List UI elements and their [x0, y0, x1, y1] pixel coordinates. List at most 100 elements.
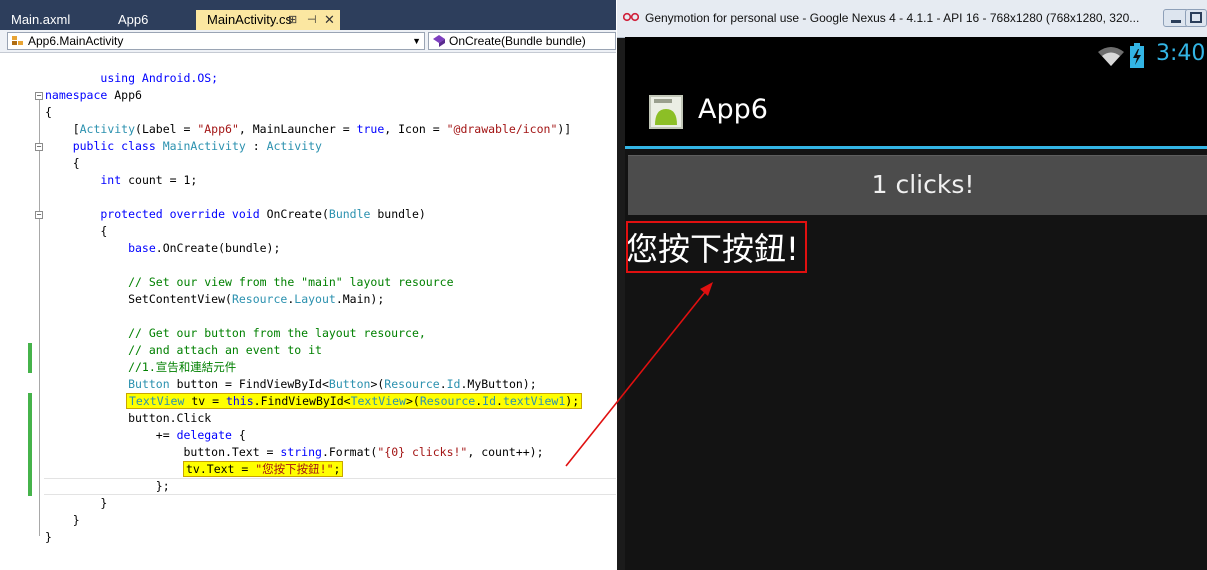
genymotion-window: Genymotion for personal use - Google Nex… [617, 0, 1207, 570]
maximize-icon [1190, 12, 1202, 23]
code-token: >( [405, 394, 420, 408]
string-literal: "App6" [197, 122, 239, 136]
window-title-bar[interactable]: Genymotion for personal use - Google Nex… [617, 0, 1207, 38]
status-bar: 3:40 [625, 37, 1207, 75]
keyword: public class [45, 139, 163, 153]
keyword: protected override void [45, 207, 260, 221]
code-token: . [439, 377, 447, 391]
member-dropdown[interactable]: OnCreate(Bundle bundle) [428, 32, 616, 50]
type-name: Button [128, 377, 170, 391]
code-line: += delegate { [45, 427, 246, 444]
pin-icon[interactable]: ⊞ [288, 10, 297, 30]
window-title: Genymotion for personal use - Google Nex… [645, 11, 1140, 25]
code-token: >( [370, 377, 385, 391]
genymotion-logo-icon [623, 12, 639, 22]
code-token: bundle) [370, 207, 426, 221]
code-token: App6 [107, 88, 142, 102]
collapse-icon[interactable]: − [35, 92, 43, 100]
code-token: button.Text = [45, 445, 281, 459]
code-line: button.Text = string.Format("{0} clicks!… [45, 444, 544, 461]
code-token: .Main); [335, 292, 385, 306]
type-name: TextView [350, 394, 406, 408]
status-clock: 3:40 [1156, 41, 1206, 66]
keyword: string [280, 445, 322, 459]
type-name: textView1 [502, 394, 566, 408]
code-line: { [45, 156, 80, 170]
code-token: += [45, 428, 177, 442]
keyword: base [45, 241, 156, 255]
type-dropdown[interactable]: App6.MainActivity ▼ [7, 32, 425, 50]
code-token: button = FindViewById< [169, 377, 329, 391]
code-token: .FindViewById< [253, 394, 351, 408]
type-name: Id [446, 377, 461, 391]
indicator-margin [0, 53, 28, 570]
change-marker [28, 343, 32, 373]
code-token: count = 1; [121, 173, 198, 187]
tab-label: App6 [118, 12, 149, 27]
code-line-highlighted: tv.Text = "您按下按鈕!"; [183, 461, 344, 478]
type-name: Bundle [328, 207, 371, 221]
code-line: Button button = FindViewById<Button>(Res… [45, 376, 537, 393]
type-name: TextView [129, 394, 185, 408]
string-literal: "@drawable/icon" [446, 122, 558, 136]
code-token: , count++); [467, 445, 544, 459]
keyword: using Android.OS; [100, 71, 219, 85]
tab-label: Main.axml [11, 12, 71, 27]
collapse-icon[interactable]: − [35, 211, 43, 219]
keyword: true [356, 122, 385, 136]
tab-main-axml[interactable]: Main.axml [0, 10, 90, 30]
code-line: } [45, 513, 80, 527]
battery-icon [1130, 43, 1144, 68]
keyword: this [225, 394, 254, 408]
code-comment: // and attach an event to it [45, 343, 322, 357]
class-icon [12, 36, 23, 45]
code-token: ; [333, 462, 341, 476]
keyword: namespace [45, 88, 108, 102]
type-name: Layout [294, 292, 336, 306]
code-text-area[interactable]: − − − using Android.OS; namespace App6 {… [34, 53, 616, 570]
code-comment: // Set our view from the "main" layout r… [45, 275, 454, 289]
method-icon [433, 35, 445, 47]
close-icon[interactable]: ✕ [324, 10, 335, 30]
tab-app6[interactable]: App6 [107, 10, 187, 30]
code-token: )] [557, 122, 572, 136]
visual-studio-editor: Main.axml App6 MainActivity.cs ⊞ ⊣ ✕ App… [0, 0, 616, 570]
android-screen[interactable]: 3:40 App6 1 clicks! 您按下按鈕! [625, 37, 1207, 570]
outline-guide [39, 219, 40, 509]
navigation-bar: App6.MainActivity ▼ OnCreate(Bundle bund… [0, 30, 616, 53]
code-token: . [496, 394, 503, 408]
code-line: base.OnCreate(bundle); [45, 240, 280, 257]
code-line: [Activity(Label = "App6", MainLauncher =… [45, 121, 572, 138]
code-token: , Icon = [384, 122, 447, 136]
annotation-highlight-box [626, 221, 807, 273]
pin-tab-icon[interactable]: ⊣ [307, 10, 317, 30]
code-token: , MainLauncher = [238, 122, 357, 136]
type-name: Id [482, 394, 497, 408]
code-token: { [231, 428, 246, 442]
string-literal: "{0} clicks!" [377, 445, 468, 459]
code-token: .MyButton); [460, 377, 537, 391]
code-token: tv = [184, 394, 226, 408]
type-name: Resource [419, 394, 476, 408]
code-line: { [45, 105, 52, 119]
code-token: : [245, 139, 267, 153]
code-line: { [45, 224, 108, 238]
code-editor[interactable]: − − − using Android.OS; namespace App6 {… [0, 53, 616, 570]
code-line: }; [45, 479, 170, 493]
code-token: ); [565, 394, 580, 408]
collapse-icon[interactable]: − [35, 143, 43, 151]
code-comment: // Get our button from the layout resour… [45, 326, 426, 340]
app-launcher-icon[interactable] [649, 95, 683, 129]
code-line: using Android.OS; [45, 53, 218, 85]
type-name: Resource [231, 292, 288, 306]
maximize-button[interactable] [1185, 9, 1207, 27]
code-line: } [45, 496, 108, 510]
document-tab-bar: Main.axml App6 MainActivity.cs ⊞ ⊣ ✕ [0, 0, 616, 30]
tab-main-activity-cs[interactable]: MainActivity.cs ⊞ ⊣ ✕ [196, 10, 340, 30]
chevron-down-icon: ▼ [412, 36, 421, 46]
highlight-marker: tv.Text = "您按下按鈕!"; [183, 461, 344, 477]
my-button[interactable]: 1 clicks! [628, 155, 1207, 215]
change-marker [28, 393, 32, 496]
type-name: Button [328, 377, 371, 391]
